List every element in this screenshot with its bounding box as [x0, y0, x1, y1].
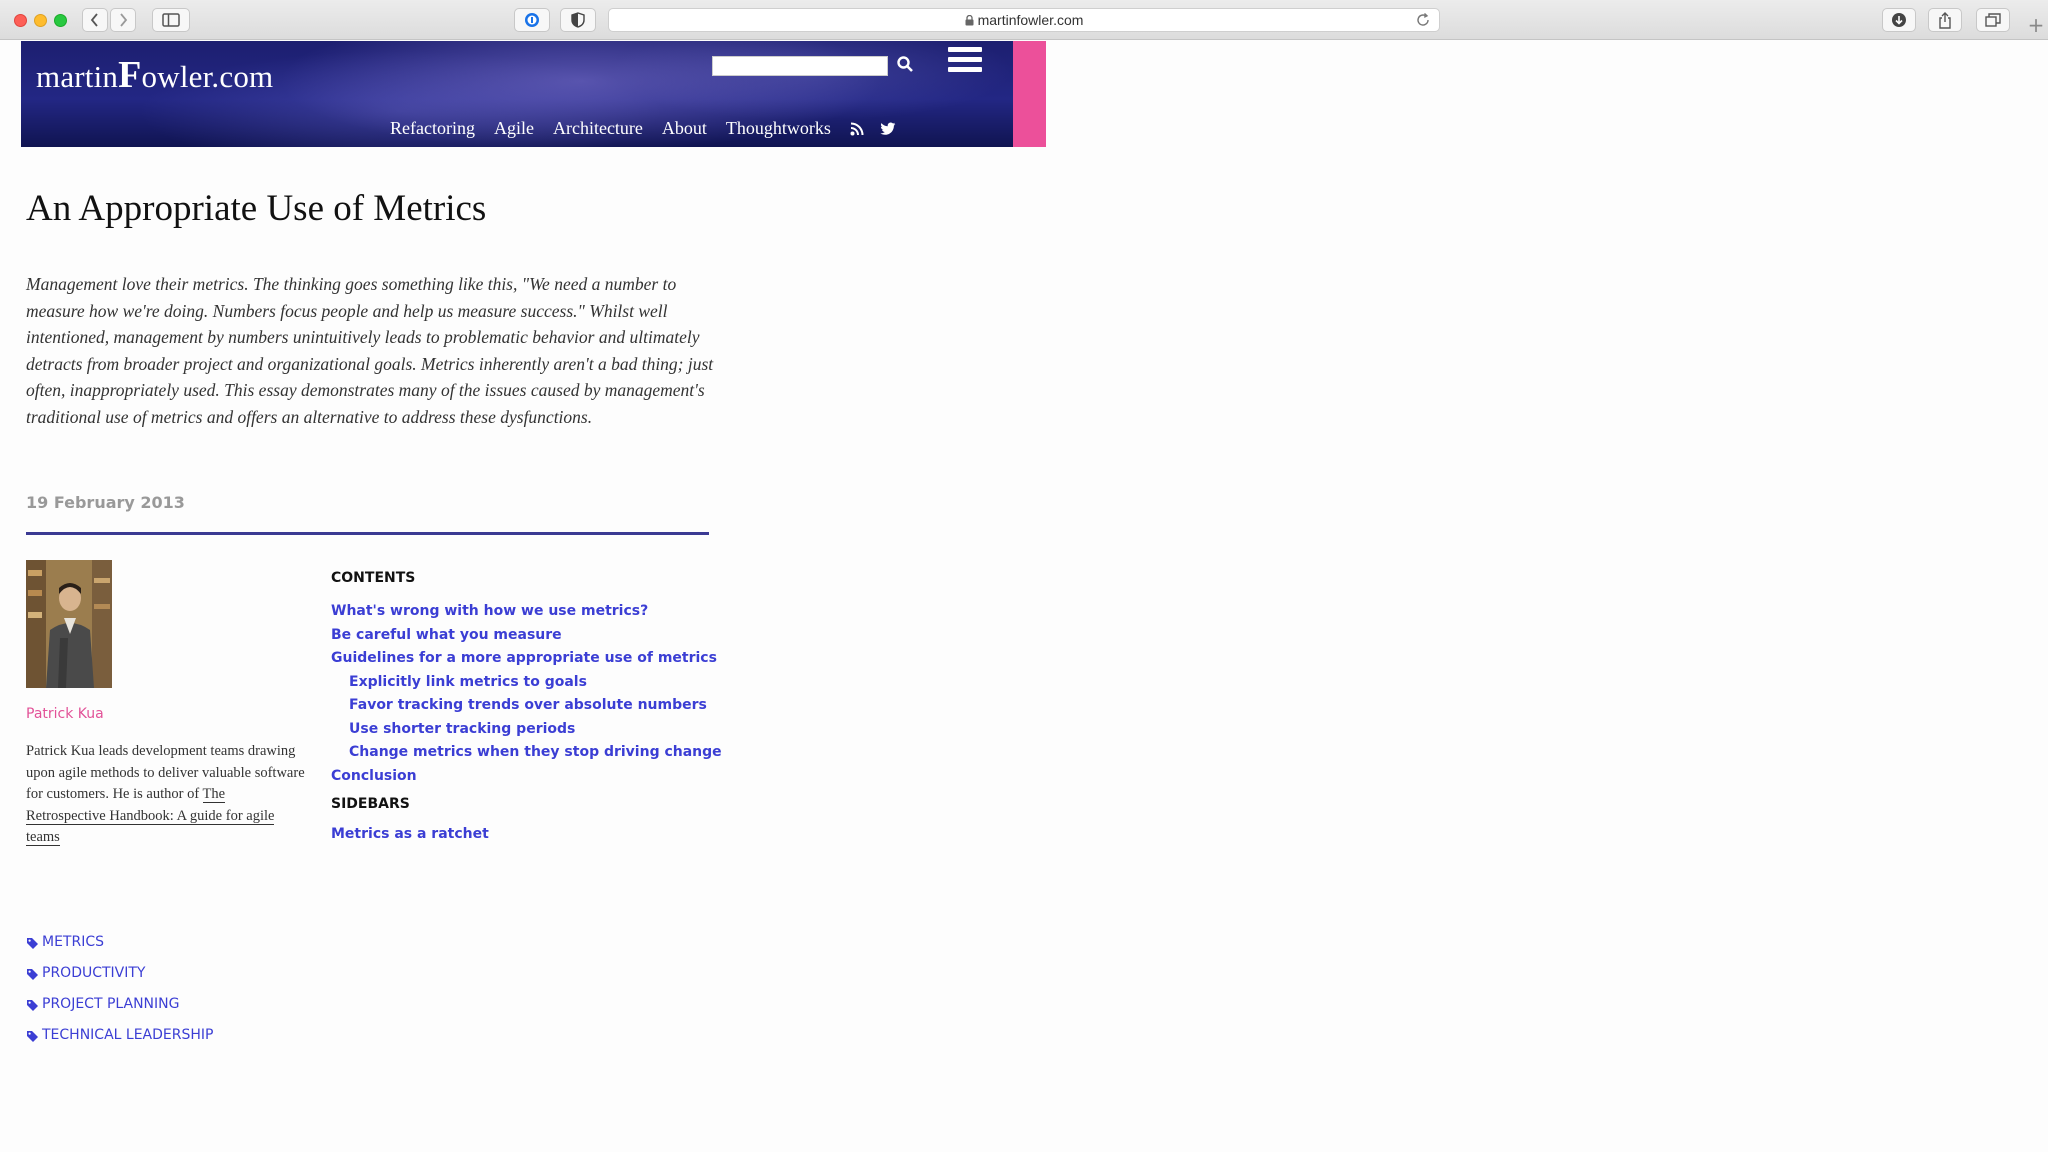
twitter-icon	[880, 122, 896, 135]
rss-icon	[850, 122, 864, 135]
table-of-contents: What's wrong with how we use metrics? Be…	[331, 600, 722, 788]
address-bar[interactable]: martinfowler.com	[608, 8, 1440, 32]
toc-item: What's wrong with how we use metrics?	[331, 600, 722, 624]
logo-text-part1: martin	[36, 59, 119, 94]
nav-thoughtworks[interactable]: Thoughtworks	[726, 118, 831, 139]
toc-link[interactable]: Change metrics when they stop driving ch…	[349, 744, 722, 760]
tag-icon	[27, 1000, 38, 1011]
toc-item: Conclusion	[331, 765, 722, 789]
author-name-link[interactable]: Patrick Kua	[26, 706, 104, 722]
logo-text-part2: F	[118, 54, 142, 96]
site-logo[interactable]: martinFowler.com	[36, 53, 273, 97]
reload-icon[interactable]	[1415, 12, 1431, 28]
password-manager-icon	[525, 13, 539, 27]
sidebar-toggle-button[interactable]	[152, 8, 190, 32]
tag-icon	[27, 938, 38, 949]
toc-link[interactable]: Use shorter tracking periods	[349, 721, 575, 737]
toc-link[interactable]: Be careful what you measure	[331, 627, 562, 643]
contents-heading: CONTENTS	[331, 570, 416, 586]
lock-icon	[965, 14, 974, 25]
minimize-window-button[interactable]	[34, 14, 47, 27]
search-button[interactable]	[896, 55, 918, 77]
download-icon	[1892, 13, 1906, 27]
search-icon	[897, 56, 913, 72]
downloads-button[interactable]	[1882, 8, 1916, 32]
tag-item: METRICS	[26, 931, 213, 962]
tag-icon	[27, 1031, 38, 1042]
toc-subitem: Use shorter tracking periods	[331, 718, 722, 742]
toc-link[interactable]: What's wrong with how we use metrics?	[331, 603, 648, 619]
toc-link[interactable]: Favor tracking trends over absolute numb…	[349, 697, 707, 713]
logo-text-part3: owler.com	[141, 59, 274, 94]
twitter-link[interactable]	[880, 122, 896, 136]
tag-link[interactable]: PRODUCTIVITY	[42, 962, 145, 984]
tag-link[interactable]: PROJECT PLANNING	[42, 993, 179, 1015]
tag-item: TECHNICAL LEADERSHIP	[26, 1024, 213, 1055]
sidebar-link[interactable]: Metrics as a ratchet	[331, 826, 489, 842]
menu-bar-icon	[948, 47, 982, 52]
share-icon	[1939, 11, 1951, 29]
article-title: An Appropriate Use of Metrics	[26, 188, 487, 229]
tag-list: METRICS PRODUCTIVITY PROJECT PLANNING TE…	[26, 931, 213, 1055]
zoom-window-button[interactable]	[54, 14, 67, 27]
menu-bar-icon	[948, 57, 982, 62]
tag-link[interactable]: METRICS	[42, 931, 104, 953]
article-abstract: Management love their metrics. The think…	[26, 274, 714, 427]
header-accent-bar	[1013, 41, 1046, 147]
browser-toolbar: martinfowler.com +	[0, 0, 2048, 40]
toc-subitem: Favor tracking trends over absolute numb…	[331, 694, 722, 718]
nav-architecture[interactable]: Architecture	[553, 118, 643, 139]
author-bio-text: Patrick Kua leads development teams draw…	[26, 743, 305, 802]
show-tabs-button[interactable]	[1976, 8, 2010, 32]
tag-icon	[27, 969, 38, 980]
privacy-extension-button[interactable]	[560, 8, 596, 32]
toc-link[interactable]: Explicitly link metrics to goals	[349, 674, 587, 690]
toc-item: Guidelines for a more appropriate use of…	[331, 647, 722, 671]
tag-link[interactable]: TECHNICAL LEADERSHIP	[42, 1024, 213, 1046]
back-button[interactable]	[82, 8, 108, 32]
divider	[26, 532, 709, 535]
shield-icon	[571, 12, 585, 28]
toc-link[interactable]: Conclusion	[331, 768, 417, 784]
url-text: martinfowler.com	[977, 12, 1084, 28]
author-portrait-image	[26, 560, 112, 688]
article-date: 19 February 2013	[26, 493, 185, 512]
toc-link[interactable]: Guidelines for a more appropriate use of…	[331, 650, 717, 666]
share-button[interactable]	[1928, 8, 1962, 32]
chevron-left-icon	[90, 13, 98, 27]
nav-refactoring[interactable]: Refactoring	[390, 118, 475, 139]
tag-item: PRODUCTIVITY	[26, 962, 213, 993]
forward-button[interactable]	[110, 8, 136, 32]
author-bio: Patrick Kua leads development teams draw…	[26, 741, 306, 849]
sidebar-icon	[162, 13, 180, 27]
nav-agile[interactable]: Agile	[494, 118, 534, 139]
chevron-right-icon	[120, 13, 128, 27]
author-photo	[26, 560, 112, 688]
new-tab-button[interactable]: +	[2024, 10, 2048, 40]
toc-subitem: Explicitly link metrics to goals	[331, 671, 722, 695]
hamburger-menu-button[interactable]	[948, 47, 984, 75]
password-extension-button[interactable]	[514, 8, 550, 32]
menu-bar-icon	[948, 67, 982, 72]
main-navigation: Refactoring Agile Architecture About Tho…	[390, 118, 912, 139]
tabs-icon	[1985, 13, 2001, 27]
close-window-button[interactable]	[14, 14, 27, 27]
search-input[interactable]	[712, 56, 888, 76]
rss-link[interactable]	[850, 122, 864, 136]
toc-item: Be careful what you measure	[331, 624, 722, 648]
nav-about[interactable]: About	[662, 118, 707, 139]
sidebars-heading: SIDEBARS	[331, 796, 410, 812]
tag-item: PROJECT PLANNING	[26, 993, 213, 1024]
toc-subitem: Change metrics when they stop driving ch…	[331, 741, 722, 765]
